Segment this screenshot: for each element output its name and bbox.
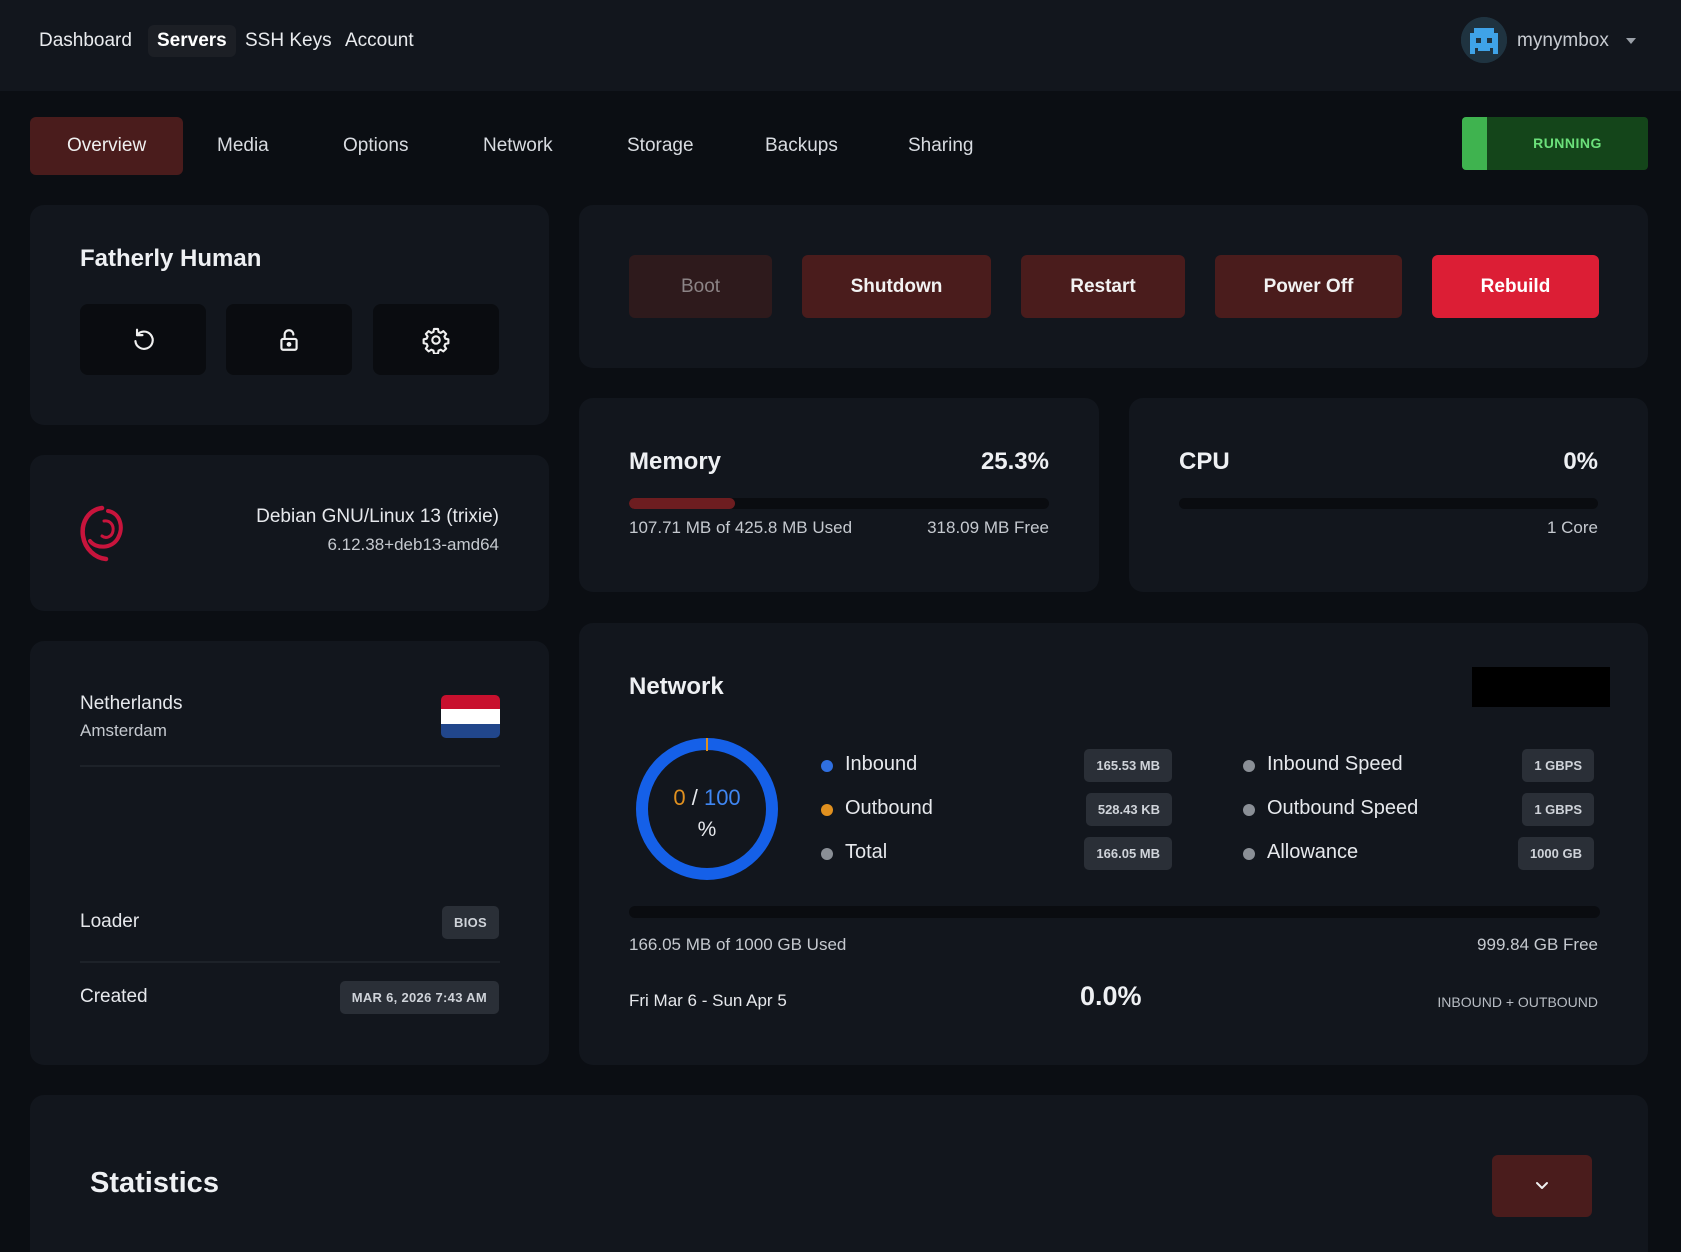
statistics-title: Statistics — [90, 1167, 219, 1199]
refresh-icon — [134, 328, 154, 350]
gauge-unit: % — [697, 818, 717, 841]
lock-button[interactable] — [226, 304, 352, 375]
status-indicator — [1462, 117, 1487, 170]
settings-button[interactable] — [373, 304, 499, 375]
debian-logo-icon — [80, 505, 123, 562]
network-period: Fri Mar 6 - Sun Apr 5 — [629, 991, 787, 1010]
gear-icon — [422, 327, 450, 354]
allowance-label: Allowance — [1267, 841, 1359, 863]
total-value: 166.05 MB — [1084, 837, 1172, 870]
status-text: RUNNING — [1533, 135, 1602, 151]
server-name: Fatherly Human — [80, 245, 262, 272]
inbound-value: 165.53 MB — [1084, 749, 1172, 782]
cpu-card: CPU 0% 1 Core — [1129, 398, 1648, 592]
inbound-speed-dot — [1243, 760, 1255, 772]
statistics-toggle-button[interactable] — [1492, 1155, 1592, 1217]
allowance-value: 1000 GB — [1517, 837, 1594, 870]
inbound-speed-label: Inbound Speed — [1267, 753, 1403, 775]
loader-badge: BIOS — [442, 906, 499, 939]
created-badge: MAR 6, 2026 7:43 AM — [339, 981, 499, 1014]
memory-free: 318.09 MB Free — [927, 518, 1049, 537]
lock-icon — [280, 328, 298, 351]
outbound-speed-label: Outbound Speed — [1267, 797, 1419, 819]
divider — [80, 765, 500, 767]
location-country: Netherlands — [80, 693, 183, 714]
tab-options[interactable]: Options — [306, 117, 445, 175]
chevron-down-icon[interactable] — [1626, 38, 1636, 44]
tab-sharing[interactable]: Sharing — [871, 117, 1011, 175]
allowance-dot — [1243, 848, 1255, 860]
tab-network[interactable]: Network — [446, 117, 590, 175]
cpu-progress-bar — [1179, 498, 1598, 509]
os-card: Debian GNU/Linux 13 (trixie) 6.12.38+deb… — [30, 455, 549, 611]
os-name: Debian GNU/Linux 13 (trixie) — [256, 506, 499, 527]
nav-servers[interactable]: Servers — [148, 25, 236, 57]
network-free: 999.84 GB Free — [1477, 935, 1598, 954]
nav-account[interactable]: Account — [336, 25, 423, 57]
location-city: Amsterdam — [80, 721, 167, 740]
outbound-speed-dot — [1243, 804, 1255, 816]
network-title: Network — [629, 673, 724, 700]
gauge-current: 0 — [673, 785, 686, 810]
network-progress-bar — [629, 906, 1600, 918]
loader-label: Loader — [80, 911, 140, 932]
tab-overview[interactable]: Overview — [30, 117, 184, 175]
nav-dashboard[interactable]: Dashboard — [30, 25, 141, 57]
statistics-card: Statistics — [30, 1095, 1648, 1252]
cpu-title: CPU — [1179, 448, 1230, 475]
inbound-speed-value: 1 GBPS — [1522, 749, 1594, 782]
power-off-button[interactable]: Power Off — [1215, 255, 1402, 318]
network-card: Network 0 / 100 % Inbound 165.53 MB Outb… — [579, 623, 1648, 1065]
reinstall-button[interactable] — [80, 304, 206, 375]
nav-ssh-keys[interactable]: SSH Keys — [236, 25, 341, 57]
network-direction: INBOUND + OUTBOUND — [1437, 994, 1598, 1010]
outbound-speed-value: 1 GBPS — [1522, 793, 1594, 826]
os-kernel: 6.12.38+deb13-amd64 — [327, 535, 499, 554]
status-badge: RUNNING — [1462, 117, 1648, 170]
memory-card: Memory 25.3% 107.71 MB of 425.8 MB Used … — [579, 398, 1099, 592]
restart-button[interactable]: Restart — [1021, 255, 1185, 318]
total-label: Total — [845, 841, 888, 863]
network-period-percent: 0.0% — [1080, 981, 1142, 1011]
gauge-max: 100 — [703, 785, 741, 810]
boot-button[interactable]: Boot — [629, 255, 772, 318]
network-used: 166.05 MB of 1000 GB Used — [629, 935, 847, 954]
memory-progress-fill — [629, 498, 736, 509]
gauge-value: 0 / 100 — [634, 785, 780, 811]
netherlands-flag-icon — [441, 695, 500, 738]
tab-backups[interactable]: Backups — [728, 117, 875, 175]
power-card: Boot Shutdown Restart Power Off Rebuild — [579, 205, 1648, 368]
tab-storage[interactable]: Storage — [590, 117, 731, 175]
avatar[interactable] — [1461, 17, 1507, 63]
inbound-dot — [821, 760, 833, 772]
server-card: Fatherly Human — [30, 205, 549, 425]
avatar-icon — [1461, 17, 1507, 63]
cpu-cores: 1 Core — [1546, 518, 1598, 537]
top-navbar: Dashboard Servers SSH Keys Account mynym… — [0, 0, 1681, 91]
memory-used: 107.71 MB of 425.8 MB Used — [629, 518, 853, 537]
tab-media[interactable]: Media — [180, 117, 306, 175]
username[interactable]: mynymbox — [1517, 25, 1609, 57]
outbound-value: 528.43 KB — [1085, 793, 1172, 826]
shutdown-button[interactable]: Shutdown — [802, 255, 991, 318]
outbound-dot — [821, 804, 833, 816]
location-card: Netherlands Amsterdam Loader BIOS Create… — [30, 641, 549, 1065]
outbound-label: Outbound — [845, 797, 933, 819]
gauge-separator: / — [691, 785, 698, 810]
inbound-label: Inbound — [845, 753, 918, 775]
total-dot — [821, 848, 833, 860]
redacted-block — [1472, 667, 1610, 707]
divider — [80, 961, 500, 963]
cpu-percent: 0% — [1563, 448, 1598, 475]
memory-title: Memory — [629, 448, 722, 475]
created-label: Created — [80, 986, 148, 1007]
memory-progress-bar — [629, 498, 1049, 509]
chevron-down-icon — [1536, 1182, 1548, 1189]
rebuild-button[interactable]: Rebuild — [1432, 255, 1599, 318]
memory-percent: 25.3% — [980, 448, 1049, 475]
